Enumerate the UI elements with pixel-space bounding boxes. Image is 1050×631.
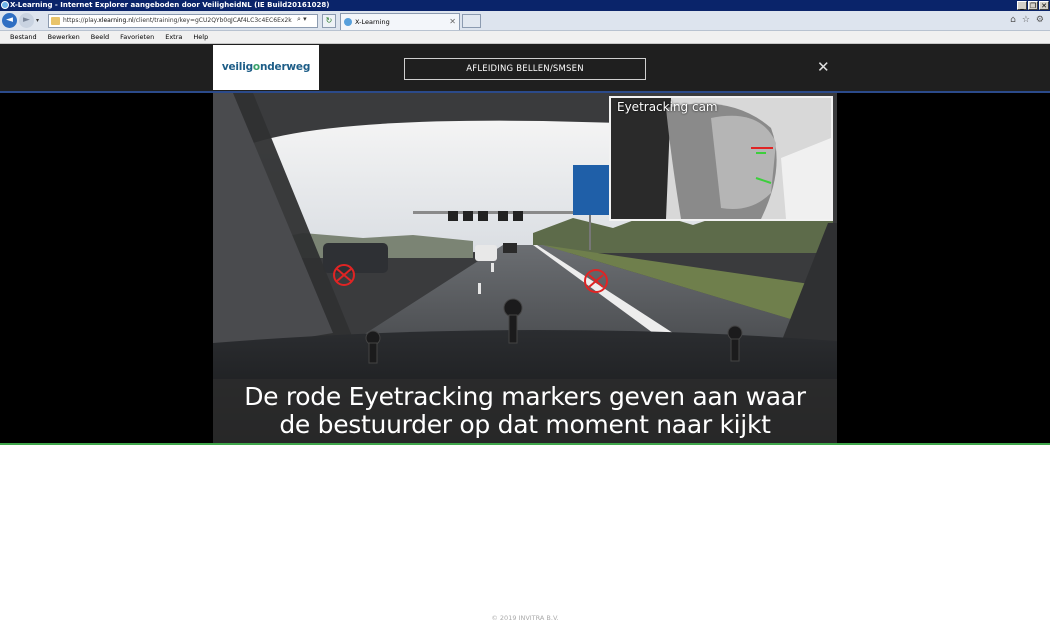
window-title: X-Learning - Internet Explorer aangebode… (10, 1, 330, 9)
video-player[interactable]: Eyetracking cam De rode Eyetracking mark… (213, 93, 837, 443)
menu-item-extra[interactable]: Extra (165, 31, 182, 43)
logo-text-3: nderweg (259, 61, 311, 73)
refresh-button[interactable]: ↻ (322, 14, 336, 28)
home-icon[interactable]: ⌂ (1010, 15, 1016, 25)
veiligonderweg-logo[interactable]: veiligonderweg (213, 45, 319, 90)
menu-item-help[interactable]: Help (193, 31, 208, 43)
settings-gear-icon[interactable]: ⚙ (1036, 15, 1044, 25)
minimize-button[interactable]: _ (1017, 1, 1027, 10)
navigation-bar: ◄ ► ▾ https://play.xlearning.nl/client/t… (0, 11, 1050, 31)
new-tab-button[interactable] (462, 14, 481, 28)
address-path: /client/training/key=gCU2QYb0qJCAf4LC3c4… (133, 17, 292, 24)
tab-x-learning[interactable]: X-Learning ✕ (340, 13, 460, 30)
menu-item-favorieten[interactable]: Favorieten (120, 31, 154, 43)
eyetracking-cam-overlay: Eyetracking cam (609, 96, 833, 221)
search-dropdown-icon[interactable]: ⌕ ▾ (297, 15, 307, 24)
window-title-bar: X-Learning - Internet Explorer aangebode… (0, 0, 1050, 11)
page-icon (51, 17, 60, 25)
eyetracking-cam-label: Eyetracking cam (617, 100, 718, 114)
menu-bar: Bestand Bewerken Beeld Favorieten Extra … (0, 31, 1050, 44)
video-caption: De rode Eyetracking markers geven aan wa… (213, 379, 837, 443)
close-module-button[interactable]: ✕ (817, 59, 830, 75)
caption-line-1: De rode Eyetracking markers geven aan wa… (244, 382, 806, 411)
tab-title: X-Learning (355, 18, 390, 26)
address-domain: xlearning.nl (98, 17, 134, 24)
logo-text-1: veilig (221, 61, 253, 73)
tab-favicon-icon (344, 18, 352, 26)
forward-button[interactable]: ► (19, 13, 34, 28)
caption-line-2: de bestuurder op dat moment naar kijkt (279, 410, 771, 439)
window-controls: _ ❐ ✕ (1017, 1, 1049, 10)
favorites-star-icon[interactable]: ☆ (1022, 15, 1030, 25)
module-title: AFLEIDING BELLEN/SMSEN (404, 58, 646, 80)
address-bar[interactable]: https://play.xlearning.nl/client/trainin… (48, 14, 318, 28)
window-close-button[interactable]: ✕ (1039, 1, 1049, 10)
menu-item-bestand[interactable]: Bestand (10, 31, 37, 43)
history-dropdown-icon[interactable]: ▾ (36, 17, 39, 24)
footer-copyright: © 2019 INVITRA B.V. (491, 614, 559, 622)
back-button[interactable]: ◄ (2, 13, 17, 28)
tab-close-icon[interactable]: ✕ (449, 14, 456, 30)
driver-face-image (611, 98, 831, 219)
menu-item-beeld[interactable]: Beeld (91, 31, 109, 43)
ie-logo-icon (1, 1, 9, 9)
menu-item-bewerken[interactable]: Bewerken (48, 31, 80, 43)
video-progress-line (0, 443, 1050, 445)
logo-text-2: o (252, 61, 260, 73)
restore-button[interactable]: ❐ (1028, 1, 1038, 10)
address-prefix: https://play. (63, 17, 99, 24)
app-header: veiligonderweg AFLEIDING BELLEN/SMSEN ✕ (0, 44, 1050, 91)
browser-tools: ⌂ ☆ ⚙ (1010, 15, 1044, 25)
